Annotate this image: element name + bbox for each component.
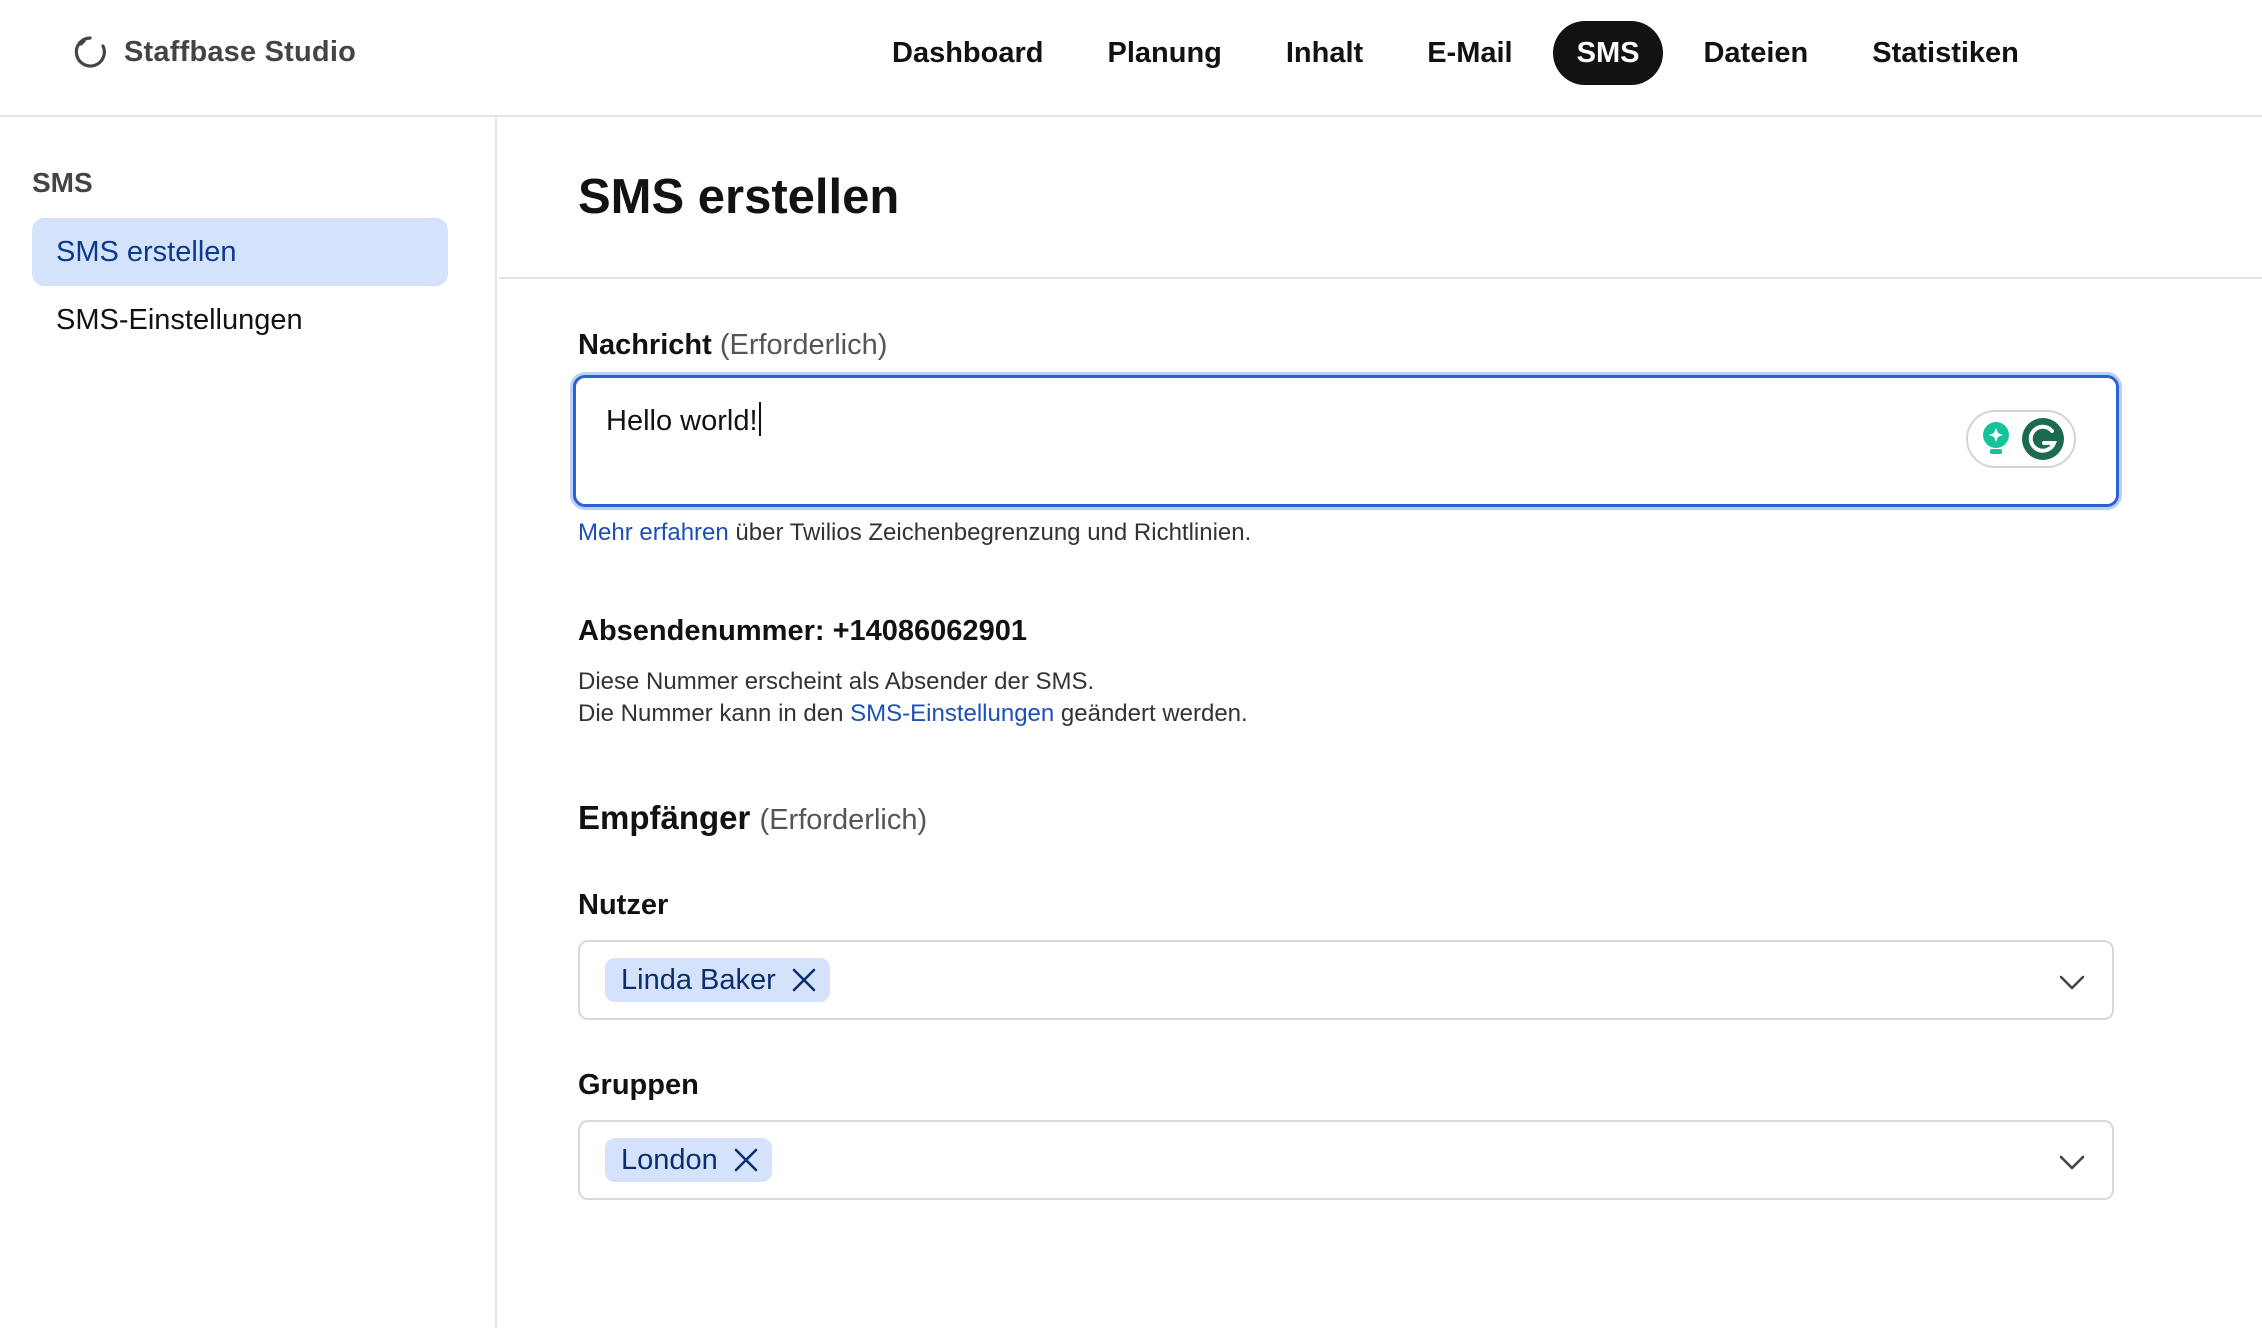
sidebar-title: SMS <box>32 167 93 198</box>
sidebar: SMS SMS erstellen SMS-Einstellungen <box>0 117 497 1328</box>
message-required: (Erforderlich) <box>719 329 888 361</box>
nav-dashboard[interactable]: Dashboard <box>868 21 1067 85</box>
sidebar-item-sms-erstellen[interactable]: SMS erstellen <box>32 218 448 286</box>
learn-more-link[interactable]: Mehr erfahren <box>578 519 729 546</box>
staffbase-logo-icon <box>74 36 106 68</box>
lightbulb-icon[interactable] <box>1977 419 2015 459</box>
users-select[interactable]: Linda Baker <box>578 940 2114 1020</box>
sender-desc-2: Die Nummer kann in den SMS-Einstellungen… <box>578 700 1248 728</box>
text-caret <box>758 402 761 436</box>
groups-label: Gruppen <box>578 1069 699 1101</box>
grammarly-icon[interactable] <box>2021 417 2065 461</box>
title-divider <box>499 277 2262 279</box>
sms-settings-link[interactable]: SMS-Einstellungen <box>850 700 1054 727</box>
help-text: über Twilios Zeichenbegrenzung und Richt… <box>728 519 1252 546</box>
brand[interactable]: Staffbase Studio <box>70 32 356 72</box>
message-label: Nachricht (Erforderlich) <box>578 329 887 362</box>
sender-desc-suffix: geändert werden. <box>1054 700 1248 727</box>
sender-desc-1: Diese Nummer erscheint als Absender der … <box>578 668 1095 695</box>
message-label-text: Nachricht <box>578 329 712 361</box>
user-chip-label: Linda Baker <box>621 963 776 996</box>
group-chip-label: London <box>621 1143 718 1176</box>
main-nav: Dashboard Planung Inhalt E-Mail SMS Date… <box>868 21 2059 85</box>
group-chip: London <box>605 1138 772 1182</box>
sidebar-item-sms-einstellungen[interactable]: SMS-Einstellungen <box>32 286 448 354</box>
sender-number: Absendenummer: +14086062901 <box>578 615 1027 647</box>
sender-desc-prefix: Die Nummer kann in den <box>578 700 851 727</box>
message-help: Mehr erfahren über Twilios Zeichenbegren… <box>578 519 1251 547</box>
brand-name: Staffbase Studio <box>124 35 356 68</box>
recipients-required: (Erforderlich) <box>759 804 928 836</box>
message-textarea[interactable]: Hello world! <box>573 375 2119 507</box>
top-bar: Staffbase Studio Dashboard Planung Inhal… <box>0 0 2262 117</box>
grammarly-widget[interactable] <box>1966 410 2076 468</box>
recipients-heading: Empfänger (Erforderlich) <box>578 799 927 837</box>
recipients-title: Empfänger <box>578 799 751 836</box>
chevron-down-icon[interactable] <box>2058 968 2086 996</box>
nav-inhalt[interactable]: Inhalt <box>1262 21 1387 85</box>
user-chip: Linda Baker <box>605 958 830 1002</box>
page-title: SMS erstellen <box>578 170 900 224</box>
nav-dateien[interactable]: Dateien <box>1679 21 1832 85</box>
remove-group-icon[interactable] <box>732 1146 760 1174</box>
nav-sms[interactable]: SMS <box>1552 21 1664 85</box>
nav-planung[interactable]: Planung <box>1083 21 1245 85</box>
main-content: SMS erstellen Nachricht (Erforderlich) H… <box>499 117 2262 1328</box>
remove-user-icon[interactable] <box>790 966 818 994</box>
nav-statistiken[interactable]: Statistiken <box>1848 21 2043 85</box>
nav-email[interactable]: E-Mail <box>1403 21 1536 85</box>
groups-select[interactable]: London <box>578 1120 2114 1200</box>
chevron-down-icon[interactable] <box>2058 1148 2086 1176</box>
users-label: Nutzer <box>578 889 669 921</box>
message-value: Hello world! <box>606 405 758 437</box>
